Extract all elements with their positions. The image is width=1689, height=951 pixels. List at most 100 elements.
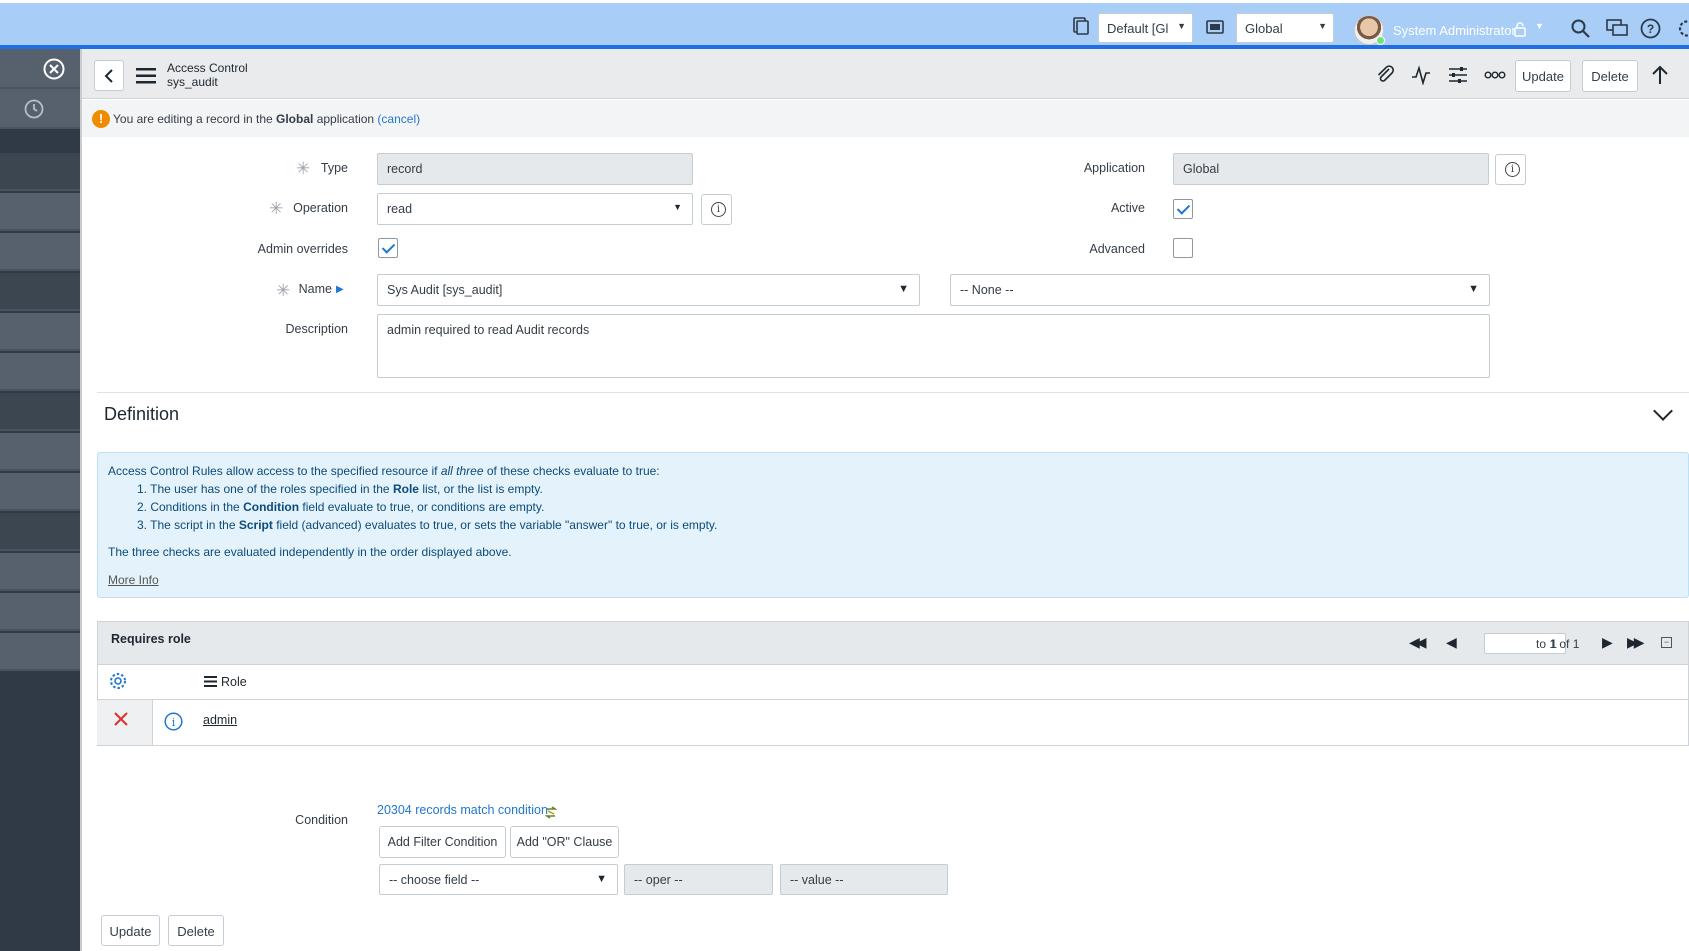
advanced-label: Advanced: [1089, 242, 1145, 256]
caret-down-icon: ▼: [1468, 283, 1479, 295]
name-table-value: Sys Audit [sys_audit]: [387, 283, 503, 297]
column-menu-icon[interactable]: [204, 676, 217, 687]
presence-indicator: [1376, 36, 1385, 45]
nav-item[interactable]: [0, 433, 82, 471]
svg-text:i: i: [172, 716, 176, 729]
reference-expand-icon[interactable]: ▶: [336, 284, 344, 295]
choose-field-value: -- choose field --: [389, 873, 480, 887]
settings-gear-icon[interactable]: [1676, 18, 1689, 39]
section-divider: [97, 392, 1689, 393]
back-button[interactable]: [94, 60, 124, 91]
name-table-select[interactable]: Sys Audit [sys_audit] ▼: [377, 274, 920, 306]
records-match-link[interactable]: 20304 records match condition: [377, 803, 548, 817]
attachment-paperclip-icon[interactable]: [1375, 65, 1395, 85]
caret-down-icon: ▼: [673, 202, 682, 212]
application-scope-picker[interactable]: Global ▼: [1236, 13, 1334, 43]
mandatory-indicator-icon: ✳: [276, 281, 291, 300]
form-subtitle: sys_audit: [167, 75, 218, 89]
collapse-chevron-icon[interactable]: [1653, 401, 1673, 421]
nav-item[interactable]: [0, 633, 82, 671]
caret-down-icon: ▼: [1177, 21, 1186, 31]
header-update-button[interactable]: Update: [1515, 60, 1571, 92]
name-field-select[interactable]: -- None -- ▼: [950, 274, 1490, 306]
nav-item[interactable]: [0, 353, 82, 391]
nav-filter-row[interactable]: [0, 49, 82, 89]
choose-field-select[interactable]: -- choose field -- ▼: [379, 864, 618, 895]
description-textarea[interactable]: admin required to read Audit records: [377, 314, 1490, 378]
role-cell-link[interactable]: admin: [203, 713, 237, 727]
add-filter-condition-button[interactable]: Add Filter Condition: [379, 826, 506, 858]
update-set-value: Default [Gl: [1107, 21, 1169, 36]
nav-item[interactable]: [0, 193, 82, 231]
item-field-name: Role: [392, 482, 419, 496]
record-info-icon[interactable]: i: [164, 712, 183, 731]
definition-item-3: 3. The script in the Script field (advan…: [137, 518, 717, 532]
caret-down-icon: ▼: [1318, 21, 1327, 31]
item-field-name: Script: [238, 518, 273, 532]
delete-x-icon[interactable]: [114, 712, 128, 726]
item-text: field evaluate to true, or conditions ar…: [302, 500, 545, 514]
nav-history-tab[interactable]: [0, 89, 82, 129]
last-page-icon[interactable]: ▶▶: [1627, 634, 1644, 651]
nav-item[interactable]: [0, 273, 82, 311]
refresh-count-icon[interactable]: [545, 806, 557, 819]
chevron-down-icon[interactable]: ▼: [1535, 21, 1544, 31]
operation-label: Operation: [293, 201, 348, 215]
operation-info-button[interactable]: [701, 194, 732, 225]
value-input[interactable]: -- value --: [780, 864, 948, 895]
page-total-text: to 1 of 1: [1536, 637, 1580, 651]
list-settings-gear-icon[interactable]: [109, 672, 127, 690]
type-field: record: [377, 153, 693, 185]
arrow-up-icon[interactable]: [1651, 65, 1669, 85]
nav-border: [80, 49, 82, 951]
intro-text: Access Control Rules allow access to the…: [108, 464, 438, 478]
footer-delete-button[interactable]: Delete: [168, 915, 224, 946]
admin-overrides-checkbox[interactable]: [378, 238, 398, 258]
elevate-role-icon[interactable]: [1513, 22, 1527, 37]
svg-text:?: ?: [1647, 22, 1654, 36]
advanced-checkbox[interactable]: [1173, 238, 1193, 258]
form-context-menu-icon[interactable]: [136, 67, 156, 84]
nav-item[interactable]: [0, 593, 82, 631]
related-list-columns: [97, 665, 1689, 700]
application-info-button[interactable]: [1495, 154, 1526, 185]
activity-pulse-icon[interactable]: [1411, 65, 1431, 85]
previous-page-icon[interactable]: ◀: [1446, 634, 1457, 651]
nav-item[interactable]: [0, 153, 82, 191]
cancel-edit-link[interactable]: (cancel): [377, 112, 420, 126]
more-info-link[interactable]: More Info: [108, 573, 159, 587]
search-icon[interactable]: [1571, 19, 1590, 38]
notice-suffix: application: [316, 112, 375, 126]
add-or-clause-button[interactable]: Add "OR" Clause: [510, 826, 619, 858]
nav-item[interactable]: [0, 513, 82, 551]
role-column-header[interactable]: Role: [221, 675, 247, 689]
avatar[interactable]: [1354, 15, 1385, 45]
update-set-icon[interactable]: [1073, 17, 1089, 35]
help-icon[interactable]: ?: [1640, 18, 1661, 39]
header-delete-button[interactable]: Delete: [1582, 60, 1638, 92]
application-picker-icon[interactable]: [1206, 20, 1224, 34]
admin-overrides-label: Admin overrides: [257, 242, 348, 256]
more-options-icon[interactable]: [1484, 71, 1506, 79]
update-set-picker[interactable]: Default [Gl ▼: [1098, 13, 1193, 43]
nav-item[interactable]: [0, 473, 82, 511]
chevron-left-icon: [104, 69, 113, 83]
collapse-list-icon[interactable]: −: [1661, 637, 1672, 648]
footer-update-button[interactable]: Update: [101, 915, 160, 946]
history-clock-icon[interactable]: [24, 99, 44, 119]
intro-emphasis: all three: [440, 464, 484, 478]
next-page-icon[interactable]: ▶: [1602, 634, 1613, 651]
application-navigator: [0, 49, 82, 951]
first-page-icon[interactable]: ◀◀: [1409, 634, 1426, 651]
operation-select[interactable]: read ▼: [377, 193, 693, 225]
personalize-sliders-icon[interactable]: [1448, 65, 1468, 85]
user-menu[interactable]: System Administrator: [1393, 23, 1516, 38]
active-checkbox[interactable]: [1173, 199, 1193, 219]
nav-item[interactable]: [0, 233, 82, 271]
operator-select[interactable]: -- oper --: [624, 864, 773, 895]
clear-filter-icon[interactable]: [43, 58, 65, 80]
connect-chat-icon[interactable]: [1606, 19, 1628, 38]
nav-item[interactable]: [0, 313, 82, 351]
nav-item[interactable]: [0, 553, 82, 591]
nav-item[interactable]: [0, 393, 82, 431]
